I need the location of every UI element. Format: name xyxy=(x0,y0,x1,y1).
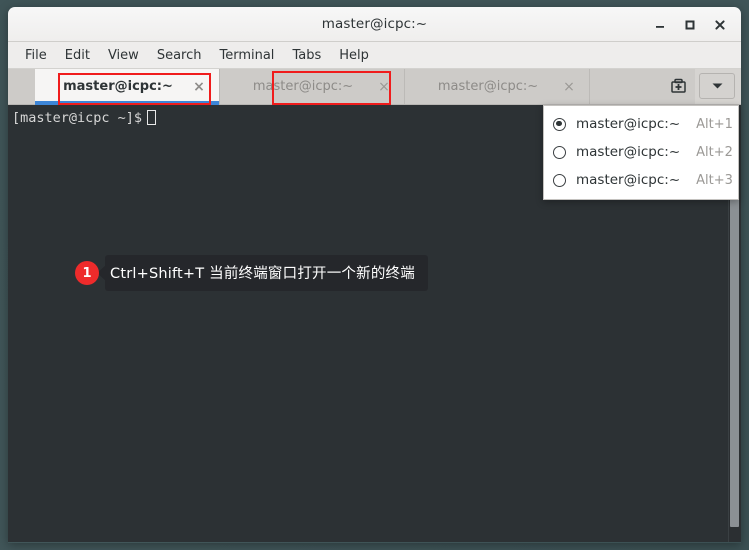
callout-number-badge: 1 xyxy=(75,261,99,285)
chevron-down-icon xyxy=(712,83,722,89)
tab-3-close-icon[interactable]: × xyxy=(561,79,577,95)
new-tab-button[interactable] xyxy=(661,69,695,104)
tab-1-close-icon[interactable]: × xyxy=(191,79,207,95)
close-button[interactable] xyxy=(705,10,735,40)
tabbar: master@icpc:~ × master@icpc:~ × master@i… xyxy=(8,69,741,105)
menu-search[interactable]: Search xyxy=(148,45,211,66)
tab-menu-item-2[interactable]: master@icpc:~ Alt+2 xyxy=(544,138,738,166)
tab-menu-item-3-label: master@icpc:~ xyxy=(576,172,681,188)
menu-edit[interactable]: Edit xyxy=(56,45,99,66)
minimize-button[interactable] xyxy=(645,10,675,40)
tab-menu-item-3-accel: Alt+3 xyxy=(696,172,733,188)
maximize-icon xyxy=(685,20,695,29)
tab-2-label: master@icpc:~ xyxy=(252,79,354,94)
menu-view[interactable]: View xyxy=(99,45,148,66)
radio-selected-icon xyxy=(553,117,566,131)
text-cursor xyxy=(147,110,157,125)
tab-list-dropdown: master@icpc:~ Alt+1 master@icpc:~ Alt+2 … xyxy=(543,105,739,200)
new-terminal-icon xyxy=(670,78,686,93)
terminal-output: [master@icpc ~]$ xyxy=(12,109,157,127)
radio-unselected-icon xyxy=(553,145,566,159)
tab-list-button[interactable] xyxy=(699,73,735,99)
tab-3-label: master@icpc:~ xyxy=(437,79,539,94)
tab-2[interactable]: master@icpc:~ × xyxy=(220,69,405,104)
menu-help[interactable]: Help xyxy=(330,45,378,66)
window-controls xyxy=(645,7,735,42)
menu-file[interactable]: File xyxy=(16,45,56,66)
tab-menu-item-1-accel: Alt+1 xyxy=(696,116,733,132)
menubar: File Edit View Search Terminal Tabs Help xyxy=(8,42,741,69)
tab-1-label: master@icpc:~ xyxy=(63,79,173,94)
menu-terminal[interactable]: Terminal xyxy=(210,45,283,66)
maximize-button[interactable] xyxy=(675,10,705,40)
tab-menu-item-2-accel: Alt+2 xyxy=(696,144,733,160)
desktop-background: master@icpc:~ File Edit View Search Term… xyxy=(0,0,749,550)
tab-1[interactable]: master@icpc:~ × xyxy=(35,69,220,105)
tabbar-filler xyxy=(590,69,661,104)
tab-menu-item-2-label: master@icpc:~ xyxy=(576,144,681,160)
shell-prompt: [master@icpc ~]$ xyxy=(12,110,143,126)
close-icon xyxy=(715,19,725,30)
minimize-icon xyxy=(656,25,664,28)
menu-tabs[interactable]: Tabs xyxy=(283,45,330,66)
callout-text: Ctrl+Shift+T 当前终端窗口打开一个新的终端 xyxy=(105,255,428,291)
callout-annotation: 1 Ctrl+Shift+T 当前终端窗口打开一个新的终端 xyxy=(75,255,428,291)
window-title: master@icpc:~ xyxy=(321,16,428,32)
tab-2-close-icon[interactable]: × xyxy=(376,79,392,95)
radio-unselected-icon xyxy=(553,173,566,187)
tab-menu-item-3[interactable]: master@icpc:~ Alt+3 xyxy=(544,166,738,194)
window-titlebar[interactable]: master@icpc:~ xyxy=(8,7,741,42)
tabbar-left-spacer xyxy=(8,69,35,104)
tab-menu-item-1-label: master@icpc:~ xyxy=(576,116,681,132)
tab-menu-item-1[interactable]: master@icpc:~ Alt+1 xyxy=(544,110,738,138)
tab-3[interactable]: master@icpc:~ × xyxy=(405,69,590,104)
